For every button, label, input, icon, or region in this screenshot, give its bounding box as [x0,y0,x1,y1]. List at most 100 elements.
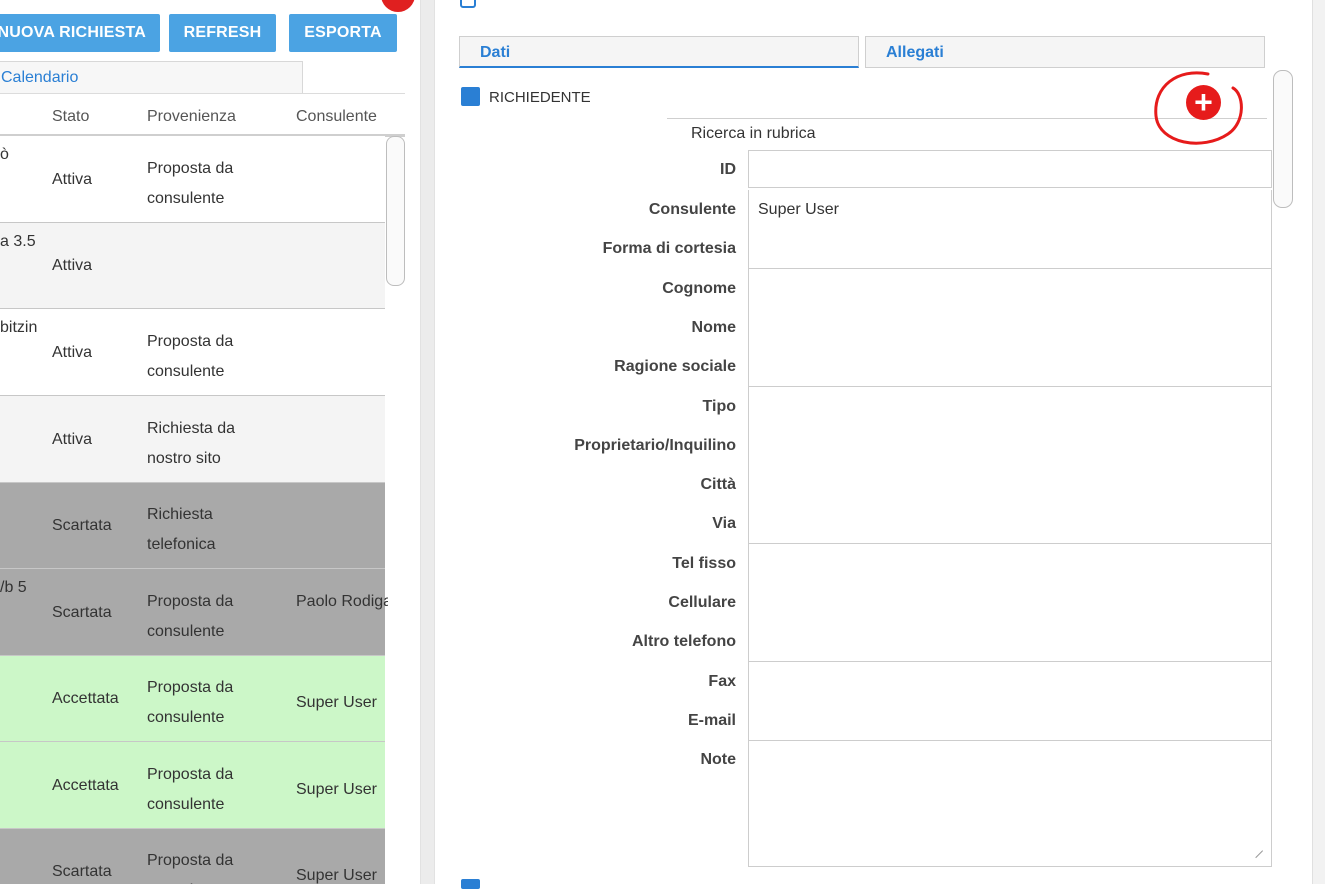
left-scrollbar[interactable] [386,136,405,286]
consultant-cell: Super User [296,781,377,798]
row-title-cell: ò [0,146,9,163]
table-row[interactable]: ò Attiva Proposta da consulente [0,136,385,223]
form-row: Consulente Super User [440,190,1272,230]
column-header-consulente[interactable]: Consulente [296,108,377,126]
row-title-cell: a 3.5 [0,233,36,250]
status-cell: Scartata [52,863,112,880]
form-row: Cognome [440,268,1272,309]
status-cell: Accettata [52,690,119,707]
row-title-cell: /b 5 [0,579,27,596]
field-input[interactable] [748,465,1272,506]
field-label: Cellulare [668,594,736,611]
table-row[interactable]: Accettata Proposta da consulente Super Use… [0,656,385,742]
red-annotation-mark [381,0,415,12]
tab-dati[interactable]: Dati [459,36,859,68]
pane-edge [1312,0,1325,884]
status-cell: Attiva [52,171,93,188]
field-input[interactable] [748,150,1272,188]
column-header-stato[interactable]: Stato [52,108,89,126]
field-label: Nome [691,318,736,336]
refresh-button[interactable]: REFRESH [169,14,276,52]
tab-calendario-label: Calendario [1,69,79,86]
field-label-note: Note [700,751,736,768]
origin-cell: Proposta da consulente [147,333,234,380]
status-cell: Scartata [52,604,112,621]
origin-cell: Proposta da consulente [147,852,234,884]
search-address-book-label[interactable]: Ricerca in rubrica [691,125,815,143]
field-label: Cognome [662,279,736,297]
field-input[interactable] [748,347,1272,388]
form-row: Tel fisso [440,543,1272,584]
consultant-cell: Paolo Rodigari [296,593,388,610]
field-input[interactable] [748,700,1272,741]
status-cell: Accettata [52,777,119,794]
field-input[interactable] [748,504,1272,545]
tab-allegati[interactable]: Allegati [865,36,1265,68]
table-row[interactable]: Scartata Richiesta telefonica [0,483,385,569]
next-section-icon[interactable] [461,879,480,889]
form-row: Via [440,504,1272,545]
field-label: Tipo [702,397,736,415]
field-label: ID [720,161,736,178]
status-cell: Attiva [52,431,93,448]
resize-grip-icon[interactable] [1248,843,1264,859]
form-row: Ragione sociale [440,347,1272,388]
note-textarea[interactable] [748,740,1272,867]
form-row: Nome [440,307,1272,348]
field-input[interactable]: Super User [748,190,1272,230]
field-input[interactable] [748,229,1272,270]
tab-dati-label: Dati [480,44,511,61]
table-row[interactable]: Accettata Proposta da consulente Super Use… [0,742,385,829]
pane-splitter[interactable] [420,0,435,884]
form-row-note: Note [440,740,1272,867]
form-row: ID [440,150,1272,188]
field-input[interactable] [748,425,1272,466]
field-label: Via [712,515,736,533]
form-row: Tipo [440,386,1272,427]
new-request-button[interactable]: NUOVA RICHIESTA [0,14,160,52]
origin-cell: Proposta da consulente [147,679,234,726]
field-label: Proprietario/Inquilino [574,436,736,454]
field-input[interactable] [748,543,1272,584]
consultant-cell: Super User [296,694,377,711]
field-label: Forma di cortesia [602,240,736,258]
table-row[interactable]: /b 5 Scartata Proposta da consulente Paolo … [0,569,388,656]
field-input[interactable] [748,268,1272,309]
origin-cell: Richiesta da nostro sito [147,420,236,467]
field-input[interactable] [748,307,1272,348]
field-label: Consulente [648,201,736,218]
row-title-cell: bitzin [0,319,38,336]
right-scrollbar[interactable] [1273,70,1293,208]
field-input[interactable] [748,583,1272,623]
form-row: Forma di cortesia [440,229,1272,270]
origin-cell: Proposta da consulente [147,593,234,640]
status-cell: Attiva [52,257,93,274]
field-label: E-mail [687,711,736,729]
field-input[interactable] [748,386,1272,427]
edit-icon[interactable] [460,0,476,8]
form-row: Proprietario/Inquilino [440,425,1272,466]
origin-cell: Richiesta telefonica [147,506,216,553]
export-button[interactable]: ESPORTA [289,14,397,52]
field-label: Fax [708,672,736,690]
field-input[interactable] [748,661,1272,702]
tab-calendario[interactable]: Calendario [0,61,303,93]
table-row[interactable]: Scartata Proposta da consulente Super User [0,829,385,884]
form-row: Città [440,465,1272,506]
table-header: Stato Provenienza Consulente [0,100,405,136]
table-row[interactable]: a 3.5 Attiva [0,223,385,309]
table-row[interactable]: Attiva Richiesta da nostro sito [0,396,385,483]
status-cell: Scartata [52,517,112,534]
consultant-cell: Super User [296,867,377,884]
section-title: RICHIEDENTE [489,89,591,106]
status-cell: Attiva [52,344,93,361]
field-input[interactable] [748,622,1272,663]
column-header-provenienza[interactable]: Provenienza [147,108,236,126]
add-contact-area: + [1148,66,1248,151]
field-label: Città [700,476,736,494]
section-toggle-icon[interactable] [461,87,480,106]
plus-circle-icon[interactable]: + [1186,85,1221,120]
form-row: Cellulare [440,583,1272,623]
table-row[interactable]: bitzin Attiva Proposta da consulente [0,309,385,396]
tab-divider [0,93,405,94]
